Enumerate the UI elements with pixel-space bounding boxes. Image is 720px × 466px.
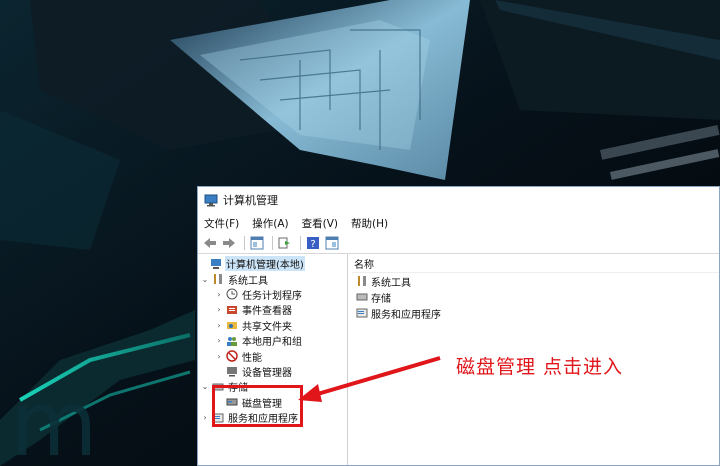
tree-item-label: 计算机管理(本地): [225, 256, 305, 272]
back-icon[interactable]: [202, 235, 218, 251]
list-item-label: 存储: [371, 293, 391, 305]
console-tree-icon[interactable]: [249, 235, 265, 251]
performance-icon: [226, 350, 238, 362]
computer-management-icon: [211, 258, 221, 269]
chevron-down-icon[interactable]: ⌄: [200, 382, 210, 391]
tree-item-task-scheduler[interactable]: › 任务计划程序: [198, 287, 347, 302]
tree-item-label: 性能: [242, 352, 262, 364]
chevron-right-icon[interactable]: ›: [214, 305, 224, 314]
list-item-label: 系统工具: [371, 277, 411, 289]
tree-item-shared-folders[interactable]: › 共享文件夹: [198, 318, 347, 333]
chevron-right-icon[interactable]: ›: [214, 321, 224, 330]
tree-item-label: 系统工具: [228, 275, 268, 287]
tree-item-root[interactable]: 计算机管理(本地): [198, 256, 347, 272]
console-tree: 计算机管理(本地) ⌄ 系统工具 › 任务计划程序 › 事件查看器 › 共享文件…: [198, 254, 348, 465]
chevron-right-icon[interactable]: ›: [214, 352, 224, 361]
list-item-label: 服务和应用程序: [371, 309, 441, 321]
list-item[interactable]: 系统工具: [352, 273, 719, 289]
tree-item-label: 本地用户和组: [242, 337, 302, 349]
tree-item-system-tools[interactable]: ⌄ 系统工具: [198, 271, 347, 287]
export-icon[interactable]: [277, 235, 293, 251]
event-viewer-icon: [227, 305, 237, 314]
services-icon: [356, 308, 368, 318]
toolbar-separator: [272, 236, 273, 250]
tree-item-event-viewer[interactable]: › 事件查看器: [198, 302, 347, 317]
clock-icon: [226, 288, 238, 300]
view-icon[interactable]: [324, 235, 340, 251]
tree-item-label: 设备管理器: [242, 367, 292, 379]
tree-item-device-manager[interactable]: 设备管理器: [198, 364, 347, 379]
tree-item-local-users[interactable]: › 本地用户和组: [198, 333, 347, 348]
list-item[interactable]: 服务和应用程序: [352, 305, 719, 321]
chevron-down-icon[interactable]: ⌄: [200, 275, 210, 284]
svg-text:m: m: [10, 372, 98, 466]
users-icon: [227, 336, 237, 346]
list-item[interactable]: 存储: [352, 289, 719, 305]
chevron-right-icon[interactable]: ›: [214, 290, 224, 299]
device-manager-icon: [227, 367, 237, 377]
annotation-text: 磁盘管理 点击进入: [456, 356, 624, 378]
highlight-box: [212, 385, 303, 427]
menu-action[interactable]: 操作(A): [252, 216, 288, 231]
tree-item-label: 任务计划程序: [242, 290, 302, 302]
window-title: 计算机管理: [223, 194, 278, 207]
shared-folder-icon: [227, 322, 237, 330]
storage-icon: [356, 293, 368, 301]
chevron-right-icon[interactable]: ›: [200, 413, 210, 422]
tree-item-label: 共享文件夹: [242, 321, 292, 333]
menu-bar: 文件(F) 操作(A) 查看(V) 帮助(H): [198, 213, 719, 233]
menu-help[interactable]: 帮助(H): [351, 216, 388, 231]
tools-icon: [358, 276, 366, 286]
computer-management-icon: [204, 194, 218, 207]
help-icon[interactable]: ?: [305, 235, 321, 251]
title-bar[interactable]: 计算机管理: [198, 187, 719, 213]
menu-file[interactable]: 文件(F): [204, 216, 239, 231]
svg-text:?: ?: [310, 239, 315, 250]
toolbar-separator: [244, 236, 245, 250]
column-header-name[interactable]: 名称: [352, 254, 719, 273]
toolbar: ?: [198, 233, 719, 254]
tree-item-label: 事件查看器: [242, 306, 292, 318]
tree-item-performance[interactable]: › 性能: [198, 348, 347, 364]
chevron-right-icon[interactable]: ›: [214, 336, 224, 345]
forward-icon[interactable]: [221, 235, 237, 251]
tools-icon: [214, 274, 222, 285]
menu-view[interactable]: 查看(V): [302, 216, 338, 231]
toolbar-separator: [300, 236, 301, 250]
